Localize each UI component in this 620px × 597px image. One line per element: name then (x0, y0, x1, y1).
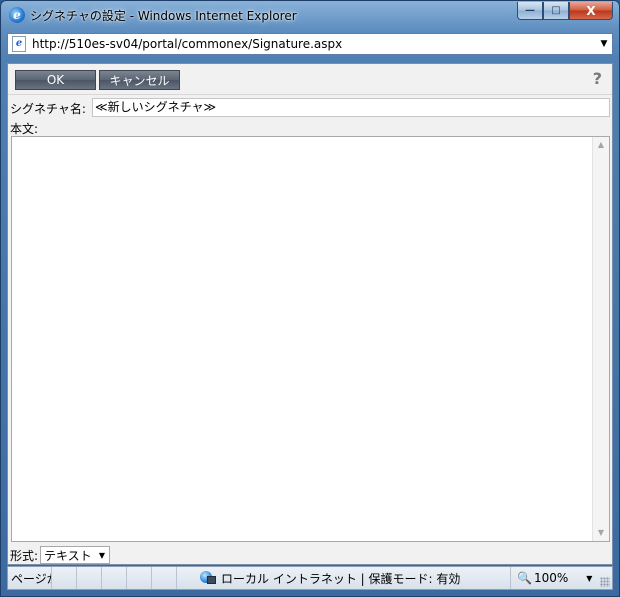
toolbar-divider (8, 94, 612, 95)
signature-name-input[interactable]: ≪新しいシグネチャ≫ (92, 98, 610, 117)
status-bar: ページが ローカル イントラネット | 保護モード: 有効 🔍 100% ▼ (7, 566, 613, 590)
window-controls: — □ X (517, 2, 613, 20)
security-zone[interactable]: ローカル イントラネット | 保護モード: 有効 (198, 567, 508, 589)
window-title: シグネチャの設定 - Windows Internet Explorer (30, 8, 297, 23)
status-page-text: ページが (8, 567, 52, 589)
resize-grip[interactable] (600, 577, 610, 587)
title-bar[interactable]: e シグネチャの設定 - Windows Internet Explorer —… (1, 1, 619, 29)
zoom-icon: 🔍 (517, 571, 532, 585)
page-icon: e (12, 36, 26, 52)
help-icon[interactable]: ? (593, 69, 602, 88)
minimize-button[interactable]: — (517, 2, 543, 20)
signature-name-label: シグネチャ名: (10, 101, 86, 116)
status-pane (77, 567, 102, 589)
status-pane (102, 567, 127, 589)
body-label: 本文: (10, 122, 39, 136)
browser-window: e シグネチャの設定 - Windows Internet Explorer —… (0, 0, 620, 597)
intranet-zone-icon (200, 571, 216, 585)
chevron-down-icon[interactable]: ▼ (586, 574, 592, 583)
format-label: 形式: (10, 548, 39, 563)
ok-button[interactable]: OK (15, 70, 96, 90)
close-button[interactable]: X (569, 2, 613, 20)
body-textarea[interactable]: ▲ ▼ (11, 136, 610, 542)
page-content: OK キャンセル ? シグネチャ名: ≪新しいシグネチャ≫ 本文: ▲ ▼ 形式… (7, 63, 613, 565)
address-dropdown-icon[interactable]: ▼ (596, 39, 612, 49)
cancel-button[interactable]: キャンセル (99, 70, 180, 90)
chevron-down-icon: ▼ (98, 550, 106, 560)
status-pane (52, 567, 77, 589)
scroll-down-icon[interactable]: ▼ (593, 525, 609, 541)
url-text[interactable]: http://510es-sv04/portal/commonex/Signat… (32, 37, 596, 51)
maximize-button[interactable]: □ (543, 2, 569, 20)
zoom-level: 100% (533, 571, 569, 585)
status-pane (127, 567, 152, 589)
vertical-scrollbar[interactable]: ▲ ▼ (592, 137, 609, 541)
zone-text: ローカル イントラネット | 保護モード: 有効 (221, 571, 461, 586)
zoom-control[interactable]: 🔍 100% ▼ (510, 567, 612, 589)
scroll-up-icon[interactable]: ▲ (593, 137, 609, 153)
signature-name-row: シグネチャ名: ≪新しいシグネチャ≫ (10, 98, 610, 118)
format-row: 形式: テキスト ▼ (10, 545, 111, 565)
format-select[interactable]: テキスト ▼ (40, 546, 111, 564)
dialog-toolbar: OK キャンセル ? (8, 64, 612, 94)
address-bar[interactable]: e http://510es-sv04/portal/commonex/Sign… (7, 33, 613, 55)
ie-logo-icon: e (9, 7, 25, 23)
format-selected-value: テキスト (44, 548, 92, 563)
status-pane (152, 567, 177, 589)
